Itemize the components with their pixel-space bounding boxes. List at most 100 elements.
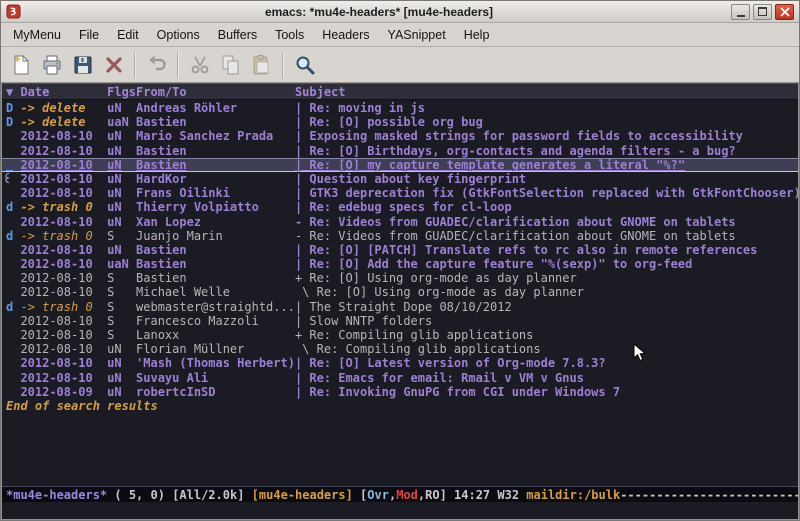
toolbar-print-button[interactable] (36, 50, 67, 80)
toolbar-save-button[interactable] (67, 50, 98, 80)
row-date: 2012-08-09 (20, 385, 107, 399)
minimize-button[interactable] (731, 4, 750, 20)
modeline-segment: maildir:/bulk (526, 488, 620, 502)
emacs-window: emacs: *mu4e-headers* [mu4e-headers] MyM… (0, 0, 800, 521)
message-row[interactable]: 2012-08-10uNHardKor| Question about key … (2, 172, 798, 186)
row-date: 2012-08-10 (20, 285, 107, 299)
message-row[interactable]: 2012-08-10SFrancesco Mazzoli| Slow NNTP … (2, 314, 798, 328)
message-row[interactable]: 2012-08-10uNBastien| Re: [O] [PATCH] Tra… (2, 243, 798, 257)
row-from: Xan Lopez (136, 215, 295, 229)
copy-icon (219, 53, 243, 77)
message-row[interactable]: 2012-08-10uNFlorian Müllner \ Re: Compil… (2, 342, 798, 356)
row-date: 2012-08-10 (20, 172, 107, 186)
row-date: 2012-08-10 (20, 144, 107, 158)
close-icon (780, 7, 790, 17)
row-flags: uN (107, 186, 136, 200)
modeline-segment: ---------------------------------- (620, 488, 798, 502)
row-subject: | Re: [O] my capture template generates … (295, 158, 798, 172)
row-from: HardKor (136, 172, 295, 186)
message-row[interactable]: d-> trash 0uNThierry Volpiatto| Re: edeb… (2, 200, 798, 214)
row-date: 2012-08-10 (20, 356, 107, 370)
toolbar-new-file-button[interactable] (5, 50, 36, 80)
row-mark (6, 328, 20, 342)
message-row[interactable]: 2012-08-10SLanoxx+ Re: Compiling glib ap… (2, 328, 798, 342)
column-header-from[interactable]: From/To (136, 85, 295, 99)
menu-item-options[interactable]: Options (148, 25, 209, 45)
message-row[interactable]: 2012-08-10uNFrans Oilinki| GTK3 deprecat… (2, 186, 798, 200)
menu-item-edit[interactable]: Edit (108, 25, 148, 45)
row-flags: S (107, 300, 136, 314)
toolbar-search-button[interactable] (289, 50, 320, 80)
column-header-flags[interactable]: Flgs (107, 85, 136, 99)
row-subject: + Re: Compiling glib applications (295, 328, 798, 342)
message-row[interactable]: 2012-08-10uNBastien| Re: [O] my capture … (2, 158, 798, 172)
row-mark (6, 129, 20, 143)
row-subject: | Exposing masked strings for password f… (295, 129, 798, 143)
titlebar[interactable]: emacs: *mu4e-headers* [mu4e-headers] (1, 1, 799, 23)
menu-item-help[interactable]: Help (455, 25, 499, 45)
row-date: -> delete (20, 101, 107, 115)
menu-item-mymenu[interactable]: MyMenu (4, 25, 70, 45)
message-row[interactable]: d-> trash 0SJuanjo Marin- Re: Videos fro… (2, 229, 798, 243)
column-header-subject[interactable]: Subject (295, 85, 798, 99)
row-flags: uN (107, 144, 136, 158)
toolbar-separator (177, 52, 179, 78)
row-flags: uN (107, 158, 136, 172)
row-subject: | Slow NNTP folders (295, 314, 798, 328)
message-row[interactable]: 2012-08-10uaNBastien| Re: [O] Add the ca… (2, 257, 798, 271)
menu-item-yasnippet[interactable]: YASnippet (379, 25, 455, 45)
menu-item-headers[interactable]: Headers (313, 25, 378, 45)
message-row[interactable]: 2012-08-09uNrobertcInSD| Re: Invoking Gn… (2, 385, 798, 399)
toolbar-close-button[interactable] (98, 50, 129, 80)
row-flags: uN (107, 385, 136, 399)
message-row[interactable]: D-> deleteuaNBastien| Re: [O] possible o… (2, 115, 798, 129)
row-flags: uN (107, 371, 136, 385)
row-subject: | Re: [O] Birthdays, org-contacts and ag… (295, 144, 798, 158)
cut-icon (188, 53, 212, 77)
row-subject: + Re: [O] Using org-mode as day planner (295, 271, 798, 285)
row-date: -> trash 0 (20, 300, 107, 314)
row-flags: uaN (107, 115, 136, 129)
row-date: 2012-08-10 (20, 342, 107, 356)
row-mark: d (6, 200, 20, 214)
row-subject: | Re: [O] possible org bug (295, 115, 798, 129)
maximize-button[interactable] (753, 4, 772, 20)
row-mark (6, 257, 20, 271)
menu-item-file[interactable]: File (70, 25, 108, 45)
menu-item-tools[interactable]: Tools (266, 25, 313, 45)
toolbar-paste-button[interactable] (246, 50, 277, 80)
message-row[interactable]: 2012-08-10SBastien+ Re: [O] Using org-mo… (2, 271, 798, 285)
row-flags: uN (107, 356, 136, 370)
message-row[interactable]: 2012-08-10uNXan Lopez- Re: Videos from G… (2, 215, 798, 229)
row-flags: S (107, 229, 136, 243)
modeline-segment: Mod (396, 488, 418, 502)
toolbar-cut-button[interactable] (184, 50, 215, 80)
row-mark (6, 144, 20, 158)
toolbar-undo-button[interactable] (141, 50, 172, 80)
echo-area[interactable] (2, 502, 798, 520)
column-header-date[interactable]: Date (20, 85, 107, 99)
message-row[interactable]: 2012-08-10SMichael Welle \ Re: [O] Using… (2, 285, 798, 299)
message-row[interactable]: D-> deleteuNAndreas Röhler| Re: moving i… (2, 101, 798, 115)
message-row[interactable]: d-> trash 0Swebmaster@straightd...| The … (2, 300, 798, 314)
message-row[interactable]: 2012-08-10uNSuvayu Ali| Re: Emacs for em… (2, 371, 798, 385)
header-line: ▼DateFlgsFrom/ToSubject (2, 83, 798, 100)
modeline-segment: 14:27 W32 (454, 488, 526, 502)
row-mark (6, 285, 20, 299)
message-row[interactable]: 2012-08-10uN'Mash (Thomas Herbert)| Re: … (2, 356, 798, 370)
row-mark (6, 186, 20, 200)
message-row[interactable]: 2012-08-10uNMario Sanchez Prada| Exposin… (2, 129, 798, 143)
close-button[interactable] (775, 4, 794, 20)
row-mark (6, 314, 20, 328)
row-from: Bastien (136, 243, 295, 257)
row-from: 'Mash (Thomas Herbert) (136, 356, 295, 370)
row-flags: uN (107, 200, 136, 214)
row-from: Bastien (136, 115, 295, 129)
row-mark: d (6, 229, 20, 243)
toolbar-copy-button[interactable] (215, 50, 246, 80)
toolbar-separator (134, 52, 136, 78)
toolbar-separator (282, 52, 284, 78)
menu-item-buffers[interactable]: Buffers (209, 25, 266, 45)
message-row[interactable]: 2012-08-10uNBastien| Re: [O] Birthdays, … (2, 144, 798, 158)
close-icon (102, 53, 126, 77)
